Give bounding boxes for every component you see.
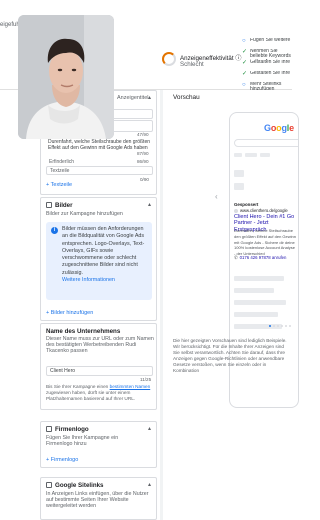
add-logo-label: Firmenlogo (50, 457, 79, 463)
character-counter: 11/25 (140, 377, 152, 382)
ad-effectiveness-value: Schlecht (180, 61, 204, 68)
requirements-body: Bilder müssen den Anforderungen an die B… (62, 226, 145, 276)
checklist-item-label: Gestalten Sie Ihre (250, 60, 291, 65)
scrollbar[interactable] (160, 90, 163, 520)
business-name-input[interactable]: Client Hero (46, 366, 153, 376)
image-requirements-text: Bilder müssen den Anforderungen an die B… (62, 226, 147, 284)
preview-title: Vorschau (173, 94, 200, 101)
checkmark-icon: ✓ (242, 71, 248, 77)
note-text: zugewiesen haben, dürft sie unter einem … (46, 389, 136, 401)
carousel-dot[interactable] (277, 325, 279, 327)
sponsored-label: Gesponsert (234, 202, 259, 207)
business-name-title: Name des Unternehmens (46, 328, 121, 335)
checklist-item[interactable]: ✓ Gestalten Sie Ihre (242, 71, 292, 82)
checkmark-icon: ✓ (242, 60, 248, 66)
logo-letter: G (264, 123, 271, 133)
note-text: Bis Sie Ihrer Kampagne einen (46, 384, 109, 389)
placeholder-bar (234, 312, 278, 317)
logo-card: Firmenlogo ▴ Fügen Sie Ihrer Kampagne ei… (40, 421, 157, 468)
ad-phone-text: 0176 426 97878 anrufen (239, 255, 287, 260)
info-icon: i (51, 227, 58, 234)
headlines-title: Anzeigentitel (117, 95, 149, 101)
add-images-link[interactable]: + Bilder hinzufügen (46, 310, 93, 316)
presenter-video (18, 15, 114, 139)
ad-form: Anzeigentitel ▴ ...r Online-... Dienstle… (40, 90, 158, 520)
carousel-dot[interactable] (269, 325, 271, 327)
character-counter: 47/90 (137, 132, 149, 137)
logo-letter: e (289, 123, 294, 133)
effectiveness-checklist: ○ Fügen Sie weitere ✓ Nehmen Sie beliebt… (242, 38, 292, 93)
google-logo: Google (264, 123, 294, 133)
placeholder-bar (234, 153, 242, 157)
images-title: Bilder (55, 202, 73, 209)
checklist-item[interactable]: ○ Fügen Sie weitere (242, 38, 292, 49)
images-subtitle: Bilder zur Kampagne hinzufügen (46, 211, 123, 217)
placeholder-bar (234, 183, 244, 190)
add-logo-link[interactable]: + Firmenlogo (46, 457, 78, 463)
ad-call-extension[interactable]: ✆ 0176 426 97878 anrufen (234, 255, 286, 261)
logo-title: Firmenlogo (55, 426, 89, 433)
checklist-item-label: Fügen Sie weitere (250, 38, 291, 43)
ad-preview-panel: Vorschau ‹ Google Gesponsert www.clienth… (165, 90, 299, 520)
chevron-up-icon[interactable]: ▴ (148, 425, 151, 432)
add-text-line-link[interactable]: + Textzeile (46, 182, 72, 188)
add-text-line-label: Textzeile (50, 182, 73, 188)
specific-name-link[interactable]: bestimmten Namen (110, 384, 151, 389)
placeholder-bar (234, 276, 284, 281)
placeholder-bar (234, 170, 244, 177)
character-counter: 86/90 (137, 159, 149, 164)
learn-more-link[interactable]: Weitere Informationen (62, 277, 147, 284)
image-requirements-notice: i Bilder müssen den Anforderungen an die… (46, 222, 152, 300)
sitelinks-card: Google Sitelinks ▴ In Anzeigen Links ein… (40, 477, 157, 520)
effectiveness-gauge-icon (162, 52, 176, 66)
preview-disclaimer: Die hier gezeigten Vorschauen sind ledig… (173, 338, 287, 373)
ad-display-url: www.clienthero.de/google (234, 208, 288, 213)
logo-icon (46, 426, 52, 432)
favicon-icon (234, 208, 238, 213)
search-bar (234, 139, 298, 147)
circle-icon: ○ (242, 38, 246, 44)
placeholder-bar (234, 288, 274, 293)
chevron-left-icon[interactable]: ‹ (215, 192, 218, 201)
carousel-dot[interactable] (273, 325, 275, 327)
character-counter: 87/90 (137, 151, 149, 156)
checkmark-icon: ✓ (242, 49, 248, 55)
business-name-subtitle: Dieser Name muss zur URL oder zum Namen … (46, 336, 154, 355)
business-name-note: Bis Sie Ihrer Kampagne einen bestimmten … (46, 384, 154, 401)
carousel-dot[interactable] (281, 325, 283, 327)
image-icon (46, 202, 52, 208)
circle-icon: ○ (242, 82, 246, 88)
carousel-dots (269, 325, 291, 327)
webcam-overlay (18, 15, 114, 139)
add-images-label: Bilder hinzufügen (50, 310, 94, 316)
placeholder-bar (260, 153, 270, 157)
checklist-item-label: Nehmen Sie beliebte Keywords in Ihre Anz… (250, 49, 291, 60)
sitelinks-title: Google Sitelinks (55, 482, 104, 489)
text-line-field[interactable]: Textzeile (46, 166, 153, 175)
sitelinks-subtitle: In Anzeigen Links einfügen, über die Nut… (46, 491, 149, 510)
ad-description: Durenfahrt, welche Steilschraube den grö… (234, 228, 296, 257)
chevron-up-icon[interactable]: ▴ (148, 481, 151, 488)
chevron-up-icon[interactable]: ▴ (148, 94, 151, 101)
placeholder-bar (245, 153, 257, 157)
images-card: Bilder ▴ Bilder zur Kampagne hinzufügen … (40, 197, 157, 321)
phone-icon: ✆ (234, 255, 238, 260)
character-counter: 0/90 (140, 177, 149, 182)
carousel-dot[interactable] (285, 325, 287, 327)
checklist-item[interactable]: ✓ Nehmen Sie beliebte Keywords in Ihre A… (242, 49, 292, 60)
checklist-item-label: Gestalten Sie Ihre (250, 71, 291, 76)
business-name-card: Name des Unternehmens Dieser Name muss z… (40, 323, 157, 410)
logo-subtitle: Fügen Sie Ihrer Kampagne ein Firmenlogo … (46, 435, 119, 448)
chevron-up-icon[interactable]: ▴ (148, 201, 151, 208)
placeholder-bar (234, 300, 286, 305)
ad-effectiveness-panel[interactable]: Anzeigeneffektivität ⓘ Schlecht (150, 40, 241, 70)
carousel-dot[interactable] (289, 325, 291, 327)
google-icon (46, 482, 52, 488)
ad-url-text: www.clienthero.de/google (240, 208, 288, 213)
checklist-item[interactable]: ✓ Gestalten Sie Ihre (242, 60, 292, 71)
